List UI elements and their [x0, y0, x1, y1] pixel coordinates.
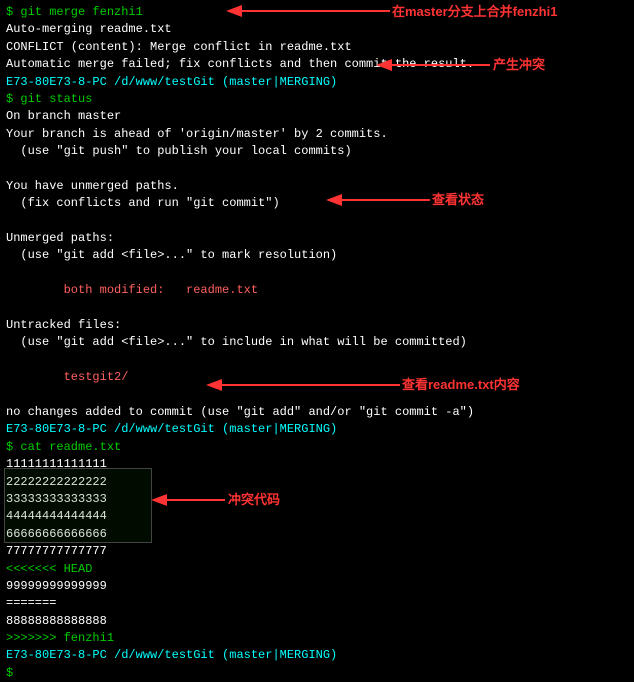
- terminal-line: 99999999999999: [6, 578, 628, 595]
- file-content: 44444444444444: [6, 509, 107, 523]
- output: Automatic merge failed; fix conflicts an…: [6, 57, 474, 71]
- terminal-line: 22222222222222: [6, 474, 628, 491]
- terminal: $ git merge fenzhi1 Auto-merging readme.…: [0, 0, 634, 589]
- conflict-marker: >>>>>>> fenzhi1: [6, 631, 114, 645]
- terminal-line: Auto-merging readme.txt: [6, 21, 628, 38]
- file-content: 33333333333333: [6, 492, 107, 506]
- output: (use "git push" to publish your local co…: [6, 144, 352, 158]
- terminal-line: $ git status: [6, 91, 628, 108]
- output: On branch master: [6, 109, 121, 123]
- terminal-line: [6, 352, 628, 369]
- conflict-marker: <<<<<<< HEAD: [6, 562, 92, 576]
- untracked-file: testgit2/: [6, 370, 128, 384]
- output: CONFLICT (content): Merge conflict in re…: [6, 40, 352, 54]
- output: Auto-merging readme.txt: [6, 22, 172, 36]
- terminal-line: (use "git add <file>..." to include in w…: [6, 334, 628, 351]
- prompt: $ git merge fenzhi1: [6, 5, 143, 19]
- output: no changes added to commit (use "git add…: [6, 405, 474, 419]
- cmd-text: $ git status: [6, 92, 92, 106]
- output: Untracked files:: [6, 318, 121, 332]
- conflict-marker-end: >>>>>>> fenzhi1: [6, 630, 628, 647]
- prompt-line: E73-80E73-8-PC /d/www/testGit (master|ME…: [6, 421, 628, 438]
- terminal-line: =======: [6, 595, 628, 612]
- output: Unmerged paths:: [6, 231, 114, 245]
- file-content: 22222222222222: [6, 475, 107, 489]
- terminal-line: (use "git push" to publish your local co…: [6, 143, 628, 160]
- file-content: 77777777777777: [6, 544, 107, 558]
- terminal-line: 11111111111111: [6, 456, 628, 473]
- terminal-line: Unmerged paths:: [6, 230, 628, 247]
- prompt-line: E73-80E73-8-PC /d/www/testGit (master|ME…: [6, 647, 628, 664]
- file-content: 66666666666666: [6, 527, 107, 541]
- output: [6, 214, 13, 228]
- prompt-text: E73-80E73-8-PC /d/www/testGit (master|ME…: [6, 75, 337, 89]
- terminal-line: 33333333333333: [6, 491, 628, 508]
- terminal-line: [6, 387, 628, 404]
- output: [6, 388, 13, 402]
- prompt-text: E73-80E73-8-PC /d/www/testGit (master|ME…: [6, 422, 337, 436]
- terminal-line: $ git merge fenzhi1: [6, 4, 628, 21]
- terminal-line: 44444444444444: [6, 508, 628, 525]
- terminal-line: 77777777777777: [6, 543, 628, 560]
- prompt-line: E73-80E73-8-PC /d/www/testGit (master|ME…: [6, 74, 628, 91]
- cursor-prompt: $: [6, 666, 13, 680]
- terminal-line: $: [6, 665, 628, 682]
- terminal-line: Automatic merge failed; fix conflicts an…: [6, 56, 628, 73]
- conflict-marker-head: <<<<<<< HEAD: [6, 561, 628, 578]
- terminal-line: no changes added to commit (use "git add…: [6, 404, 628, 421]
- terminal-line: CONFLICT (content): Merge conflict in re…: [6, 39, 628, 56]
- terminal-line: both modified: readme.txt: [6, 282, 628, 299]
- prompt-text: E73-80E73-8-PC /d/www/testGit (master|ME…: [6, 648, 337, 662]
- terminal-line: Your branch is ahead of 'origin/master' …: [6, 126, 628, 143]
- terminal-line: [6, 265, 628, 282]
- terminal-line: 88888888888888: [6, 613, 628, 630]
- terminal-line: [6, 161, 628, 178]
- output: [6, 301, 13, 315]
- terminal-line: You have unmerged paths.: [6, 178, 628, 195]
- output: (use "git add <file>..." to include in w…: [6, 335, 467, 349]
- output: (fix conflicts and run "git commit"): [6, 196, 280, 210]
- terminal-line: [6, 300, 628, 317]
- terminal-line: testgit2/: [6, 369, 628, 386]
- output: You have unmerged paths.: [6, 179, 179, 193]
- output: Your branch is ahead of 'origin/master' …: [6, 127, 388, 141]
- file-content: 88888888888888: [6, 614, 107, 628]
- conflict-file: both modified: readme.txt: [6, 283, 258, 297]
- terminal-line: (use "git add <file>..." to mark resolut…: [6, 247, 628, 264]
- output: [6, 162, 13, 176]
- output: [6, 266, 13, 280]
- separator-marker: =======: [6, 596, 56, 610]
- terminal-line: On branch master: [6, 108, 628, 125]
- file-content: 11111111111111: [6, 457, 107, 471]
- terminal-line: [6, 213, 628, 230]
- terminal-line: Untracked files:: [6, 317, 628, 334]
- terminal-line: 66666666666666: [6, 526, 628, 543]
- terminal-line: (fix conflicts and run "git commit"): [6, 195, 628, 212]
- file-content: 99999999999999: [6, 579, 107, 593]
- output: [6, 353, 13, 367]
- output: (use "git add <file>..." to mark resolut…: [6, 248, 337, 262]
- cmd-text: $ cat readme.txt: [6, 440, 121, 454]
- terminal-line: $ cat readme.txt: [6, 439, 628, 456]
